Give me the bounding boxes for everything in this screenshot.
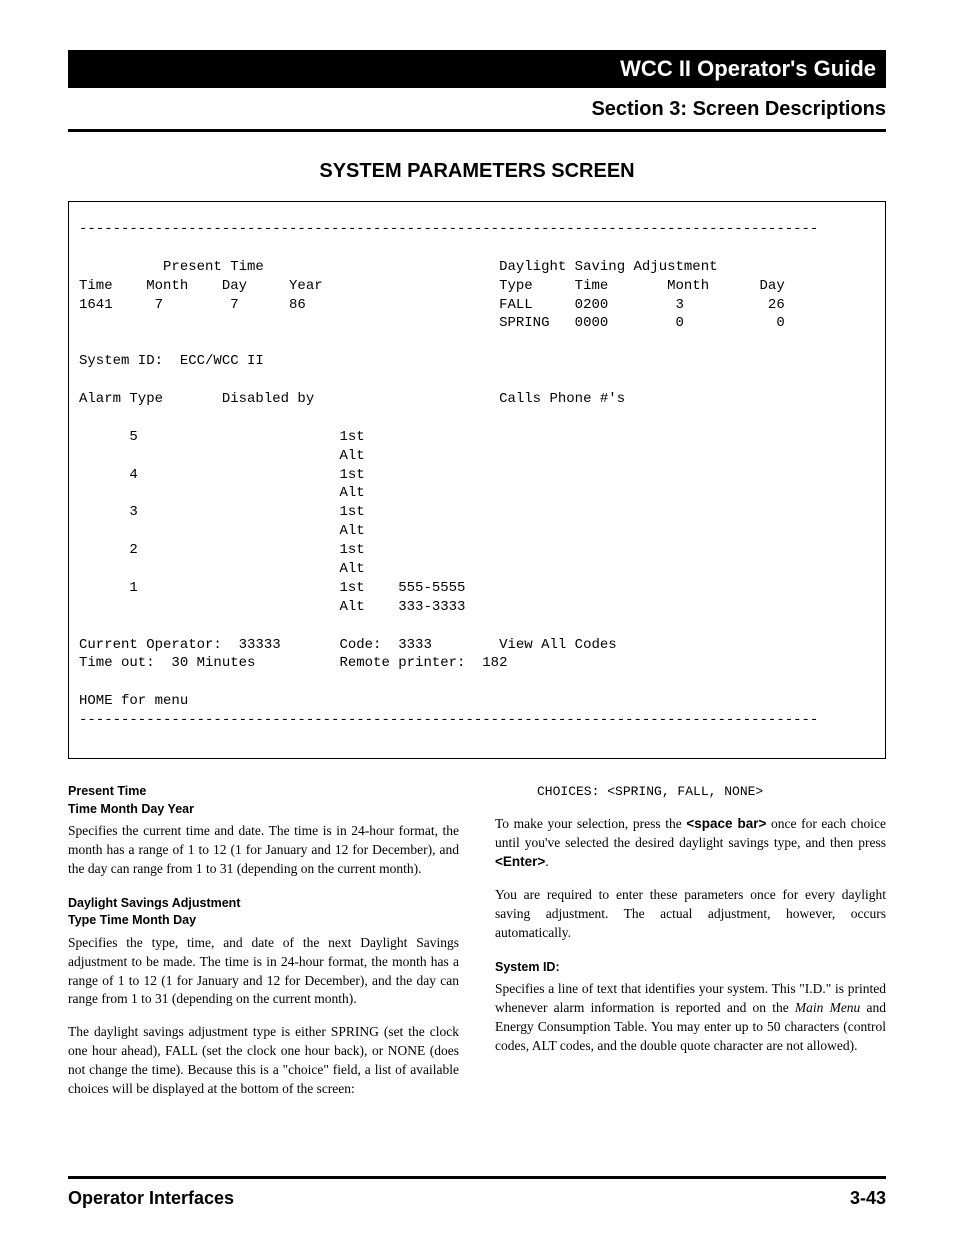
left-column: Present Time Time Month Day Year Specifi…	[68, 783, 459, 1113]
right-column: CHOICES: <SPRING, FALL, NONE> To make yo…	[495, 783, 886, 1113]
terminal-screen: ----------------------------------------…	[68, 201, 886, 759]
para-selection: To make your selection, press the <space…	[495, 815, 886, 872]
field-label-daylight: Daylight Savings Adjustment Type Time Mo…	[68, 895, 459, 930]
body-columns: Present Time Time Month Day Year Specifi…	[68, 783, 886, 1113]
page-title: SYSTEM PARAMETERS SCREEN	[68, 160, 886, 183]
choices-line: CHOICES: <SPRING, FALL, NONE>	[537, 783, 886, 801]
footer-right: 3-43	[850, 1188, 886, 1209]
para-present-time: Specifies the current time and date. The…	[68, 822, 459, 879]
para-required: You are required to enter these paramete…	[495, 886, 886, 943]
para-daylight-2: The daylight savings adjustment type is …	[68, 1023, 459, 1099]
guide-title: WCC II Operator's Guide	[620, 56, 876, 81]
footer: Operator Interfaces 3-43	[68, 1188, 886, 1209]
footer-rule	[68, 1176, 886, 1179]
section-title: Section 3: Screen Descriptions	[68, 98, 886, 132]
field-label-present-time: Present Time Time Month Day Year	[68, 783, 459, 818]
field-label-system-id: System ID:	[495, 959, 886, 977]
para-daylight-1: Specifies the type, time, and date of th…	[68, 934, 459, 1010]
footer-left: Operator Interfaces	[68, 1188, 234, 1209]
para-system-id: Specifies a line of text that identifies…	[495, 980, 886, 1056]
header-bar: WCC II Operator's Guide	[68, 50, 886, 88]
